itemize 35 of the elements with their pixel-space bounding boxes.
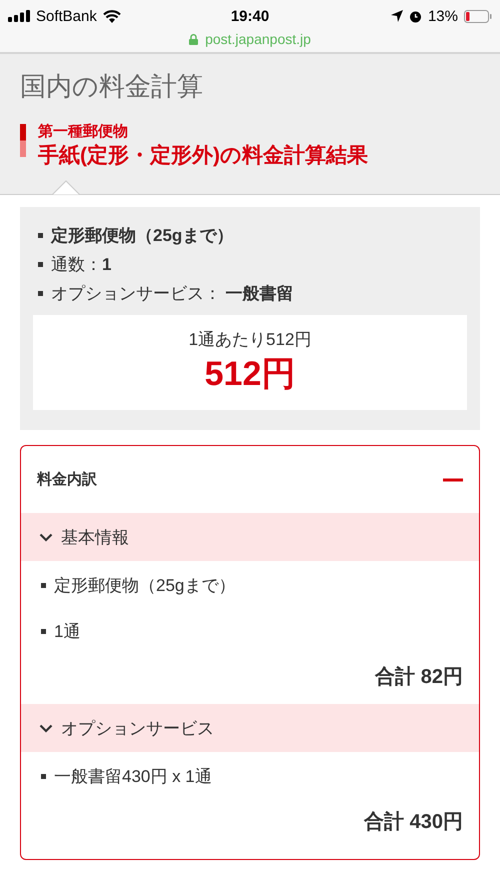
per-item-price: 1通あたり512円 [188,329,312,351]
minus-icon [443,478,463,482]
section-header[interactable]: オプションサービス [21,704,479,752]
battery-icon [464,10,492,22]
breakdown-item: 1通 [54,621,80,643]
carrier-name: SoftBank [36,8,97,24]
total-price: 512円 [204,354,296,395]
breakdown-item: 定形郵便物（25gまで） [54,575,236,597]
bullet-icon [41,583,46,588]
alarm-clock-icon [408,10,422,22]
bullet-icon [38,291,43,296]
summary-item: 定形郵便物（25gまで） [51,225,234,247]
signal-icon [8,10,30,22]
summary-item: オプションサービス： 一般書留 [51,283,294,305]
chevron-icon [39,724,53,732]
breakdown-item: 一般書留430円 x 1通 [54,766,212,788]
section-header[interactable]: 基本情報 [21,513,479,561]
bullet-icon [38,262,43,267]
summary-item: 通数：1 [51,254,112,276]
lock-icon [189,34,198,44]
section-total: 合計 82円 [374,665,464,690]
chevron-icon [39,532,53,542]
breakdown-title: 料金内訳 [37,470,97,489]
bullet-icon [41,629,46,634]
bullet-icon [38,233,43,238]
clock-time: 19:40 [230,8,270,24]
location-arrow-icon [390,10,403,22]
page-title: 国内の料金計算 [20,70,204,103]
battery-percent: 13% [428,8,458,24]
result-title: 手紙(定形・定形外)の料金計算結果 [38,142,368,169]
wifi-icon [102,10,121,22]
bullet-icon [41,774,46,779]
section-total: 合計 430円 [362,810,464,835]
category-label: 第一種郵便物 [38,122,129,142]
accent-bar [20,124,26,157]
